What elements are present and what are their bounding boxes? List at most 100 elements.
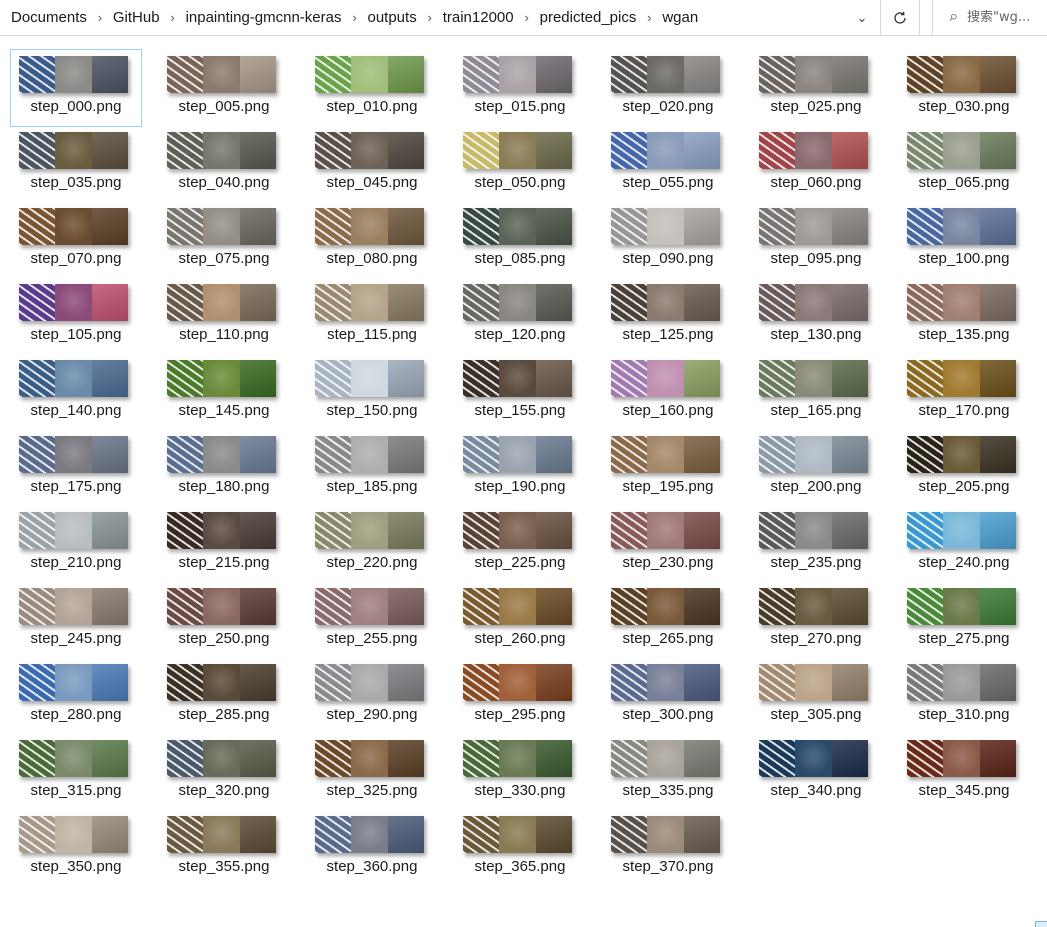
- file-item[interactable]: step_365.png: [455, 810, 585, 886]
- file-item[interactable]: step_270.png: [751, 582, 881, 658]
- file-item[interactable]: step_240.png: [899, 506, 1029, 582]
- file-item[interactable]: step_165.png: [751, 354, 881, 430]
- file-item[interactable]: step_085.png: [455, 202, 585, 278]
- file-item[interactable]: step_125.png: [603, 278, 733, 354]
- file-item[interactable]: step_265.png: [603, 582, 733, 658]
- refresh-button[interactable]: [880, 0, 920, 35]
- file-item[interactable]: step_095.png: [751, 202, 881, 278]
- file-item[interactable]: step_345.png: [899, 734, 1029, 810]
- file-item[interactable]: step_355.png: [159, 810, 289, 886]
- file-item[interactable]: step_195.png: [603, 430, 733, 506]
- breadcrumb-item[interactable]: predicted_pics: [539, 9, 638, 26]
- file-item[interactable]: step_220.png: [307, 506, 437, 582]
- masked-input-panel: [167, 816, 204, 853]
- file-item[interactable]: step_025.png: [751, 50, 881, 126]
- file-item[interactable]: step_010.png: [307, 50, 437, 126]
- file-item[interactable]: step_360.png: [307, 810, 437, 886]
- file-item[interactable]: step_255.png: [307, 582, 437, 658]
- file-item[interactable]: step_100.png: [899, 202, 1029, 278]
- ground-truth-panel: [387, 360, 424, 397]
- file-item[interactable]: step_115.png: [307, 278, 437, 354]
- file-item[interactable]: step_000.png: [10, 49, 142, 127]
- file-item[interactable]: step_110.png: [159, 278, 289, 354]
- file-item[interactable]: step_050.png: [455, 126, 585, 202]
- breadcrumb-item[interactable]: train12000: [442, 9, 515, 26]
- file-item[interactable]: step_300.png: [603, 658, 733, 734]
- file-item[interactable]: step_205.png: [899, 430, 1029, 506]
- breadcrumb-item[interactable]: Documents: [10, 9, 88, 26]
- chevron-right-icon[interactable]: ›: [418, 0, 442, 35]
- file-item[interactable]: step_290.png: [307, 658, 437, 734]
- file-item[interactable]: step_350.png: [11, 810, 141, 886]
- file-item[interactable]: step_325.png: [307, 734, 437, 810]
- file-item[interactable]: step_155.png: [455, 354, 585, 430]
- file-item[interactable]: step_315.png: [11, 734, 141, 810]
- file-item[interactable]: step_135.png: [899, 278, 1029, 354]
- ground-truth-panel: [239, 740, 276, 777]
- file-item[interactable]: step_105.png: [11, 278, 141, 354]
- file-item[interactable]: step_305.png: [751, 658, 881, 734]
- file-item[interactable]: step_250.png: [159, 582, 289, 658]
- file-item[interactable]: step_280.png: [11, 658, 141, 734]
- chevron-right-icon[interactable]: ›: [342, 0, 366, 35]
- breadcrumb-item[interactable]: outputs: [366, 9, 417, 26]
- ground-truth-panel: [387, 284, 424, 321]
- file-item[interactable]: step_210.png: [11, 506, 141, 582]
- chevron-right-icon[interactable]: ›: [161, 0, 185, 35]
- chevron-right-icon[interactable]: ›: [637, 0, 661, 35]
- file-item[interactable]: step_035.png: [11, 126, 141, 202]
- file-item[interactable]: step_055.png: [603, 126, 733, 202]
- file-item[interactable]: step_170.png: [899, 354, 1029, 430]
- file-item[interactable]: step_140.png: [11, 354, 141, 430]
- breadcrumb-item[interactable]: GitHub: [112, 9, 161, 26]
- file-item[interactable]: step_120.png: [455, 278, 585, 354]
- file-item[interactable]: step_065.png: [899, 126, 1029, 202]
- file-item[interactable]: step_245.png: [11, 582, 141, 658]
- file-item[interactable]: step_285.png: [159, 658, 289, 734]
- file-item[interactable]: step_020.png: [603, 50, 733, 126]
- file-item[interactable]: step_145.png: [159, 354, 289, 430]
- file-item[interactable]: step_160.png: [603, 354, 733, 430]
- file-item[interactable]: step_090.png: [603, 202, 733, 278]
- chevron-right-icon[interactable]: ›: [515, 0, 539, 35]
- breadcrumb-item[interactable]: inpainting-gmcnn-keras: [185, 9, 343, 26]
- file-item[interactable]: step_005.png: [159, 50, 289, 126]
- file-item[interactable]: step_235.png: [751, 506, 881, 582]
- file-item[interactable]: step_080.png: [307, 202, 437, 278]
- ground-truth-panel: [831, 360, 868, 397]
- file-item[interactable]: step_335.png: [603, 734, 733, 810]
- file-item[interactable]: step_330.png: [455, 734, 585, 810]
- file-item[interactable]: step_185.png: [307, 430, 437, 506]
- file-item[interactable]: step_215.png: [159, 506, 289, 582]
- file-item[interactable]: step_370.png: [603, 810, 733, 886]
- file-item[interactable]: step_200.png: [751, 430, 881, 506]
- file-item[interactable]: step_070.png: [11, 202, 141, 278]
- file-item[interactable]: step_190.png: [455, 430, 585, 506]
- search-box[interactable]: [932, 0, 1047, 35]
- file-item[interactable]: step_230.png: [603, 506, 733, 582]
- file-item[interactable]: step_275.png: [899, 582, 1029, 658]
- resize-grip[interactable]: [1035, 921, 1047, 927]
- file-item[interactable]: step_260.png: [455, 582, 585, 658]
- file-item[interactable]: step_040.png: [159, 126, 289, 202]
- file-item[interactable]: step_060.png: [751, 126, 881, 202]
- file-item[interactable]: step_150.png: [307, 354, 437, 430]
- file-name: step_005.png: [178, 98, 270, 115]
- file-item[interactable]: step_130.png: [751, 278, 881, 354]
- chevron-down-icon[interactable]: ⌄: [846, 0, 878, 35]
- file-item[interactable]: step_045.png: [307, 126, 437, 202]
- file-item[interactable]: step_015.png: [455, 50, 585, 126]
- breadcrumb-item[interactable]: wgan: [661, 9, 699, 26]
- file-item[interactable]: step_320.png: [159, 734, 289, 810]
- masked-input-panel: [167, 436, 204, 473]
- file-item[interactable]: step_030.png: [899, 50, 1029, 126]
- file-item[interactable]: step_310.png: [899, 658, 1029, 734]
- chevron-right-icon[interactable]: ›: [88, 0, 112, 35]
- file-item[interactable]: step_340.png: [751, 734, 881, 810]
- file-item[interactable]: step_175.png: [11, 430, 141, 506]
- file-item[interactable]: step_180.png: [159, 430, 289, 506]
- file-item[interactable]: step_075.png: [159, 202, 289, 278]
- file-item[interactable]: step_225.png: [455, 506, 585, 582]
- file-item[interactable]: step_295.png: [455, 658, 585, 734]
- search-input[interactable]: [967, 10, 1047, 25]
